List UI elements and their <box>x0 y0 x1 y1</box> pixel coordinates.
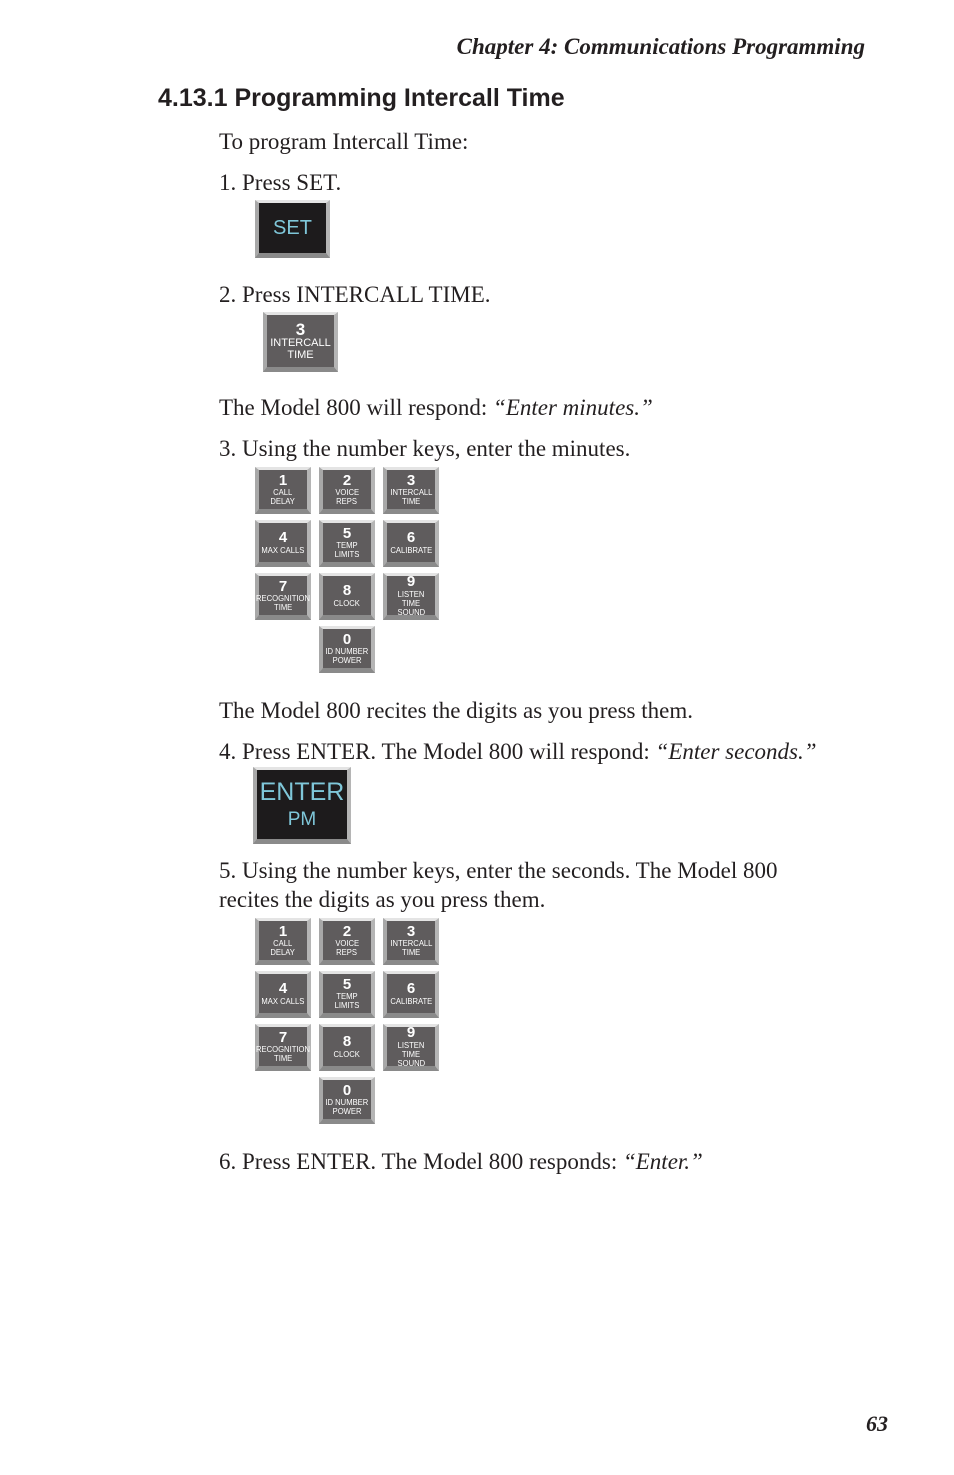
step-3: 3. Using the number keys, enter the minu… <box>219 436 631 461</box>
key-number: 7 <box>278 1028 288 1046</box>
keypad-key-5: 5 TEMP LIMITS <box>319 971 375 1018</box>
key-label: LISTEN TIME <box>397 1040 425 1059</box>
key-number: 8 <box>342 1033 352 1051</box>
key-number: 5 <box>342 524 352 542</box>
chapter-header: Chapter 4: Communications Programming <box>456 34 865 59</box>
key-label: REPS <box>336 496 358 507</box>
key-label: REPS <box>336 947 358 958</box>
keypad-key-4: 4 MAX CALLS <box>255 971 311 1018</box>
key-number: 3 <box>406 471 416 489</box>
keypad-key-4: 4 MAX CALLS <box>255 520 311 567</box>
keypad-key-1: 1 CALL DELAY <box>255 467 311 514</box>
keypad-key-3: 3 INTERCALL TIME <box>383 467 439 514</box>
key-label: SOUND <box>397 1057 425 1068</box>
keypad-key-3: 3 INTERCALL TIME <box>383 918 439 965</box>
key-number: 0 <box>342 1081 352 1099</box>
step-6: 6. Press ENTER. The Model 800 responds: … <box>219 1149 703 1175</box>
key-number: 2 <box>342 922 352 940</box>
page-number: 63 <box>866 1411 888 1436</box>
intercall-time-key: 3 INTERCALL TIME <box>263 312 338 372</box>
key-label: ENTER <box>259 778 345 807</box>
key-number: 6 <box>406 529 416 547</box>
key-label: POWER <box>332 655 362 666</box>
key-label: DELAY <box>270 496 296 507</box>
key-label: TIME <box>273 602 293 613</box>
key-label: PM <box>287 808 317 830</box>
key-label: TIME <box>401 496 421 507</box>
key-label: LISTEN TIME <box>397 589 425 608</box>
step-4: 4. Press ENTER. The Model 800 will respo… <box>219 739 817 765</box>
step-5-line-1: 5. Using the number keys, enter the seco… <box>219 858 778 883</box>
keypad-key-0: 0 ID NUMBER POWER <box>319 1077 375 1124</box>
key-number: 2 <box>342 471 352 489</box>
keypad-key-8: 8 CLOCK <box>319 573 375 620</box>
intro-text: To program Intercall Time: <box>219 129 469 154</box>
manual-page: Chapter 4: Communications Programming 4.… <box>0 0 954 1475</box>
key-number: 6 <box>406 980 416 998</box>
step-text: 4. Press ENTER. The Model 800 will respo… <box>219 739 656 764</box>
key-number: 5 <box>342 975 352 993</box>
key-number: 4 <box>278 980 288 998</box>
keypad-key-7: 7 RECOGNITION TIME <box>255 573 311 620</box>
step-2: 2. Press INTERCALL TIME. <box>219 282 491 307</box>
key-number: 7 <box>278 577 288 595</box>
response-quote: “Enter minutes.” <box>493 395 653 420</box>
key-label: TIME <box>273 1053 293 1064</box>
key-label: TEMP LIMITS <box>334 540 360 560</box>
response-quote: “Enter.” <box>622 1149 703 1174</box>
key-number: 8 <box>342 582 352 600</box>
keypad-key-2: 2 VOICE REPS <box>319 918 375 965</box>
key-label: CALIBRATE <box>390 995 432 1006</box>
response-quote: “Enter seconds.” <box>655 739 817 764</box>
response-text: The Model 800 will respond: <box>219 395 494 420</box>
key-label: POWER <box>332 1106 362 1117</box>
keypad-key-9: 9 LISTEN TIME SOUND <box>383 573 439 620</box>
key-number: 4 <box>278 529 288 547</box>
key-label: TIME <box>401 947 421 958</box>
step-text: 6. Press ENTER. The Model 800 responds: <box>219 1149 623 1174</box>
keypad-key-8: 8 CLOCK <box>319 1024 375 1071</box>
key-label: MAX CALLS <box>261 544 305 555</box>
key-label: TEMP LIMITS <box>334 991 360 1011</box>
key-label: DELAY <box>270 947 296 958</box>
key-label: MAX CALLS <box>261 995 305 1006</box>
key-number: 1 <box>278 471 288 489</box>
keypad-key-6: 6 CALIBRATE <box>383 971 439 1018</box>
key-number: 1 <box>278 922 288 940</box>
keypad-key-9: 9 LISTEN TIME SOUND <box>383 1024 439 1071</box>
key-label: TIME <box>287 348 314 361</box>
key-label: CLOCK <box>333 597 361 608</box>
step-5-line-2: recites the digits as you press them. <box>219 887 546 912</box>
keypad-key-0: 0 ID NUMBER POWER <box>319 626 375 673</box>
key-number: 0 <box>342 630 352 648</box>
keypad-key-7: 7 RECOGNITION TIME <box>255 1024 311 1071</box>
key-number: 9 <box>406 1024 416 1042</box>
key-number: 3 <box>295 319 306 339</box>
key-label: CLOCK <box>333 1048 361 1059</box>
set-key: SET <box>255 200 330 258</box>
enter-key: ENTER PM <box>253 767 351 844</box>
key-number: 3 <box>406 922 416 940</box>
keypad-key-5: 5 TEMP LIMITS <box>319 520 375 567</box>
section-title: 4.13.1 Programming Intercall Time <box>158 84 565 112</box>
step-1: 1. Press SET. <box>219 170 342 195</box>
keypad-key-1: 1 CALL DELAY <box>255 918 311 965</box>
keypad-key-6: 6 CALIBRATE <box>383 520 439 567</box>
key-number: 9 <box>406 573 416 591</box>
key-label: SOUND <box>397 606 425 617</box>
recites-text: The Model 800 recites the digits as you … <box>219 698 693 723</box>
keypad-key-2: 2 VOICE REPS <box>319 467 375 514</box>
key-label: CALIBRATE <box>390 544 432 555</box>
set-key-label: SET <box>273 216 312 239</box>
response-1: The Model 800 will respond: “Enter minut… <box>219 395 653 421</box>
